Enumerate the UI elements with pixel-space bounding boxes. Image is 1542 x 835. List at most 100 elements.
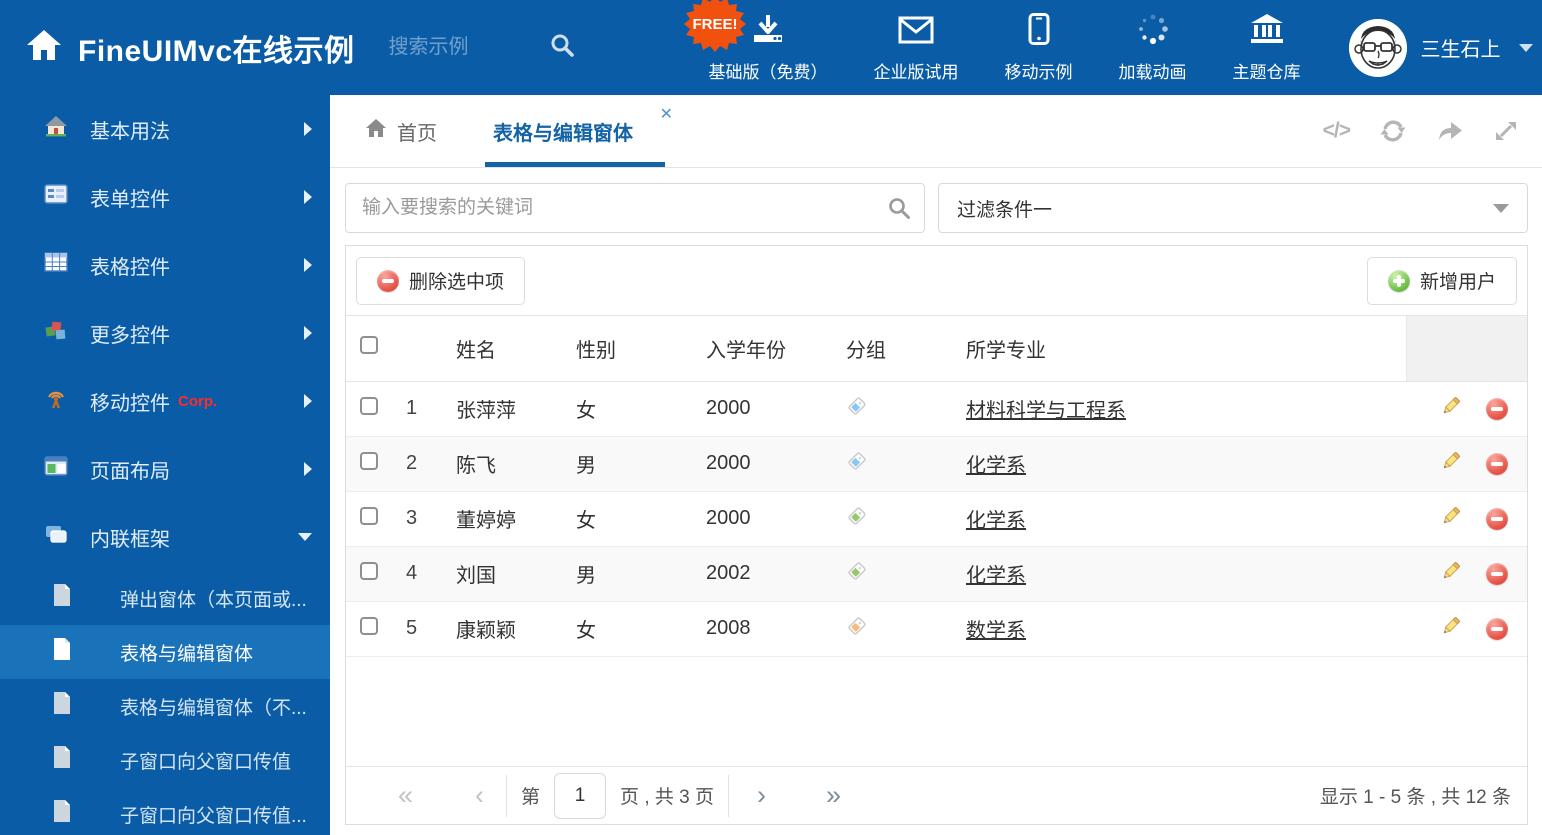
nav-item-mobile-demo[interactable]: 移动示例 — [1005, 12, 1073, 83]
layout-icon — [44, 456, 68, 482]
expand-icon[interactable] — [1494, 119, 1518, 143]
sidebar-subitem-popup-window[interactable]: 弹出窗体（本页面或... — [0, 571, 330, 625]
last-page-button[interactable]: » — [818, 782, 849, 809]
select-all-checkbox[interactable] — [360, 336, 378, 355]
corp-badge: Corp. — [178, 392, 218, 410]
add-user-button[interactable]: 新增用户 — [1366, 256, 1517, 305]
app-logo[interactable]: FineUIMvc在线示例 — [0, 26, 355, 70]
form-icon — [44, 184, 68, 210]
sidebar-subitem-grid-edit-window-2[interactable]: 表格与编辑窗体（不... — [0, 679, 330, 733]
delete-row-icon[interactable] — [1486, 562, 1508, 585]
delete-selected-button[interactable]: 删除选中项 — [356, 256, 526, 305]
cell-year: 2000 — [691, 381, 831, 437]
nav-item-loading-animation[interactable]: 加载动画 — [1119, 13, 1187, 83]
sidebar-subitem-child-to-parent-2[interactable]: 子窗口向父窗口传值... — [0, 787, 330, 835]
edit-pencil-icon[interactable] — [1440, 505, 1462, 533]
keyword-search — [345, 183, 925, 233]
users-table: 姓名 性别 入学年份 分组 所学专业 1 张萍萍 女 2000 材料科学与工程系… — [346, 316, 1527, 657]
row-checkbox[interactable] — [360, 396, 378, 415]
search-icon[interactable] — [887, 196, 911, 225]
divider — [728, 774, 730, 817]
sidebar-item-form-controls[interactable]: 表单控件 — [0, 163, 330, 231]
edit-pencil-icon[interactable] — [1440, 615, 1462, 643]
cell-year: 2000 — [691, 436, 831, 492]
sidebar-item-label: 表单控件 — [90, 188, 170, 211]
major-link[interactable]: 化学系 — [966, 565, 1026, 587]
tag-icon — [848, 396, 866, 415]
edit-pencil-icon[interactable] — [1440, 395, 1462, 423]
major-link[interactable]: 化学系 — [966, 510, 1026, 532]
major-link[interactable]: 化学系 — [966, 455, 1026, 477]
sidebar-item-mobile-controls[interactable]: 移动控件 Corp. — [0, 367, 330, 435]
delete-row-icon[interactable] — [1486, 617, 1508, 640]
cell-actions — [1406, 381, 1527, 437]
sidebar-item-more-controls[interactable]: 更多控件 — [0, 299, 330, 367]
cubes-icon — [44, 319, 68, 347]
row-checkbox[interactable] — [360, 451, 378, 470]
keyword-search-input[interactable] — [345, 183, 925, 233]
delete-row-icon[interactable] — [1486, 452, 1508, 475]
row-checkbox[interactable] — [360, 561, 378, 580]
tab-label: 表格与编辑窗体 — [493, 122, 633, 145]
tab-home[interactable]: 首页 — [365, 95, 437, 167]
app-title: FineUIMvc在线示例 — [78, 34, 355, 68]
source-code-icon[interactable]: </> — [1323, 119, 1351, 143]
chevron-right-icon — [304, 326, 312, 340]
tag-icon — [848, 451, 866, 470]
search-icon[interactable] — [549, 32, 575, 63]
edit-pencil-icon[interactable] — [1440, 560, 1462, 588]
first-page-button[interactable]: « — [390, 782, 421, 809]
chevron-right-icon — [304, 462, 312, 476]
cell-gender: 女 — [561, 601, 691, 657]
edit-pencil-icon[interactable] — [1440, 450, 1462, 478]
table-row: 3 董婷婷 女 2000 化学系 — [346, 491, 1527, 547]
filter-row: 过滤条件一 — [345, 183, 1528, 233]
sidebar-item-label: 基本用法 — [90, 120, 170, 143]
pagination-bar: « ‹ 第 页 , 共 3 页 › » 显示 1 - 5 条 , 共 12 条 — [346, 766, 1527, 824]
chevron-right-icon — [304, 394, 312, 408]
nav-item-enterprise-trial[interactable]: 企业版试用 — [874, 15, 959, 83]
row-checkbox[interactable] — [360, 616, 378, 635]
cell-major: 化学系 — [951, 491, 1406, 547]
page-prefix: 第 — [521, 787, 541, 808]
refresh-icon[interactable] — [1380, 119, 1406, 143]
username: 三生石上 — [1420, 39, 1501, 61]
sidebar-item-basic-usage[interactable]: 基本用法 — [0, 95, 330, 163]
tab-grid-edit-window[interactable]: 表格与编辑窗体 ✕ — [485, 95, 673, 167]
prev-page-button[interactable]: ‹ — [467, 782, 492, 809]
page-number-input[interactable] — [554, 772, 607, 819]
table-empty-space — [346, 657, 1527, 767]
sidebar-item-page-layout[interactable]: 页面布局 — [0, 435, 330, 503]
cell-gender: 男 — [561, 436, 691, 492]
major-link[interactable]: 数学系 — [966, 620, 1026, 642]
nav-item-theme-repo[interactable]: 主题仓库 — [1233, 13, 1301, 83]
tab-toolbar: </> — [1323, 119, 1518, 143]
app-window: FineUIMvc在线示例 FREE! 基础版（免费） 企业 — [0, 0, 1542, 835]
cell-name: 康颖颖 — [441, 601, 561, 657]
sidebar-subitem-child-to-parent[interactable]: 子窗口向父窗口传值 — [0, 733, 330, 787]
envelope-icon — [898, 15, 934, 50]
row-checkbox[interactable] — [360, 506, 378, 525]
header-search-input[interactable] — [388, 36, 549, 59]
major-link[interactable]: 材料科学与工程系 — [966, 400, 1126, 422]
delete-row-icon[interactable] — [1486, 507, 1508, 530]
sidebar-subitem-label: 弹出窗体（本页面或... — [120, 589, 307, 611]
share-icon[interactable] — [1436, 119, 1464, 143]
cell-actions — [1406, 546, 1527, 602]
sidebar-item-grid-controls[interactable]: 表格控件 — [0, 231, 330, 299]
row-number: 2 — [391, 436, 441, 492]
home-icon — [365, 118, 387, 144]
column-actions — [1405, 316, 1527, 382]
user-menu[interactable]: 三生石上 — [1348, 18, 1533, 77]
sidebar-subitem-grid-edit-window[interactable]: 表格与编辑窗体 — [0, 625, 330, 679]
delete-row-icon[interactable] — [1486, 397, 1508, 420]
cell-major: 材料科学与工程系 — [951, 381, 1406, 437]
next-page-button[interactable]: › — [749, 782, 774, 809]
filter-dropdown[interactable]: 过滤条件一 — [938, 183, 1528, 233]
header-search — [388, 32, 589, 63]
row-number: 4 — [391, 546, 441, 602]
file-icon — [52, 637, 72, 667]
column-name: 姓名 — [441, 316, 561, 382]
sidebar-item-iframe[interactable]: 内联框架 — [0, 503, 330, 571]
close-icon[interactable]: ✕ — [660, 107, 673, 123]
